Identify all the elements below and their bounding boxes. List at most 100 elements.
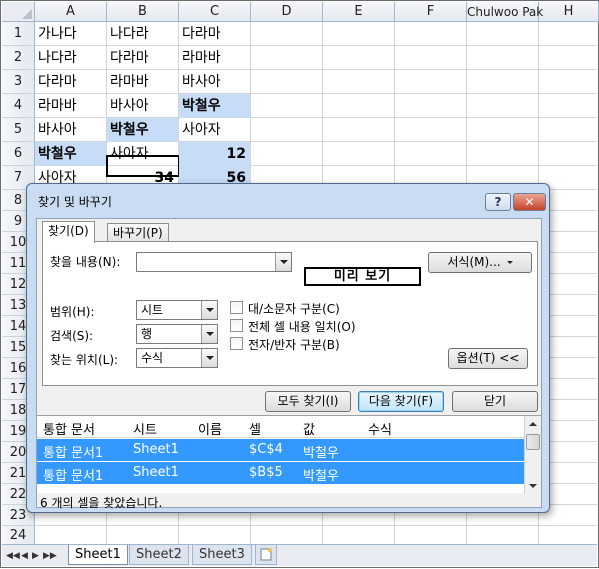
result-sheet: Sheet1 — [133, 465, 179, 480]
row-header-24[interactable]: 24 — [2, 526, 35, 546]
find-next-button[interactable]: 다음 찾기(F) — [358, 391, 444, 412]
search-order-label: 검색(S): — [50, 329, 94, 343]
column-header-e[interactable]: E — [323, 2, 395, 22]
column-header-d[interactable]: D — [251, 2, 323, 22]
match-byte-checkbox[interactable] — [230, 337, 243, 350]
search-order-value: 행 — [141, 327, 153, 341]
scroll-up-icon[interactable] — [525, 416, 541, 432]
cell-c2[interactable]: 라마바 — [179, 46, 250, 70]
format-preview: 미리 보기 — [304, 267, 421, 286]
results-list[interactable]: 통합 문서 시트 이름 셀 값 수식 통합 문서1 Sheet1 $C$4 박철… — [37, 415, 541, 494]
row-header-6[interactable]: 6 — [2, 142, 35, 166]
find-replace-dialog: 찾기 및 바꾸기 ? ✕ 찾기(D) 바꾸기(P) 찾을 내용(N): 미리 보… — [26, 183, 550, 513]
match-case-label: 대/소문자 구분(C) — [248, 302, 340, 316]
row-header-4[interactable]: 4 — [2, 94, 35, 118]
column-header-h[interactable]: H — [539, 2, 599, 22]
chevron-down-icon[interactable] — [275, 253, 291, 271]
scope-value: 시트 — [141, 303, 164, 317]
result-sheet: Sheet1 — [133, 442, 179, 457]
scroll-thumb[interactable] — [526, 434, 540, 450]
cell-a5[interactable]: 바사아 — [35, 118, 106, 142]
column-header-a[interactable]: A — [35, 2, 107, 22]
row-header-3[interactable]: 3 — [2, 70, 35, 94]
chevron-down-icon[interactable] — [201, 349, 217, 367]
chevron-down-icon — [506, 261, 513, 264]
insert-sheet-icon — [260, 547, 273, 561]
column-header-b[interactable]: B — [107, 2, 179, 22]
sheet-tab-sheet1[interactable]: Sheet1 — [68, 545, 128, 565]
cell-b5[interactable]: 박철우 — [107, 118, 178, 142]
dialog-body: 찾기(D) 바꾸기(P) 찾을 내용(N): 미리 보기 서식(M)... 범위… — [36, 218, 542, 510]
next-sheet-arrow-icon[interactable]: ▶ — [32, 551, 39, 561]
gridline — [35, 525, 597, 526]
match-byte-label: 전자/반자 구분(B) — [248, 338, 340, 352]
column-header-f[interactable]: F — [395, 2, 467, 22]
format-button[interactable]: 서식(M)... — [428, 252, 532, 273]
help-button[interactable]: ? — [485, 193, 511, 211]
cell-b2[interactable]: 다라마 — [107, 46, 178, 70]
result-row[interactable]: 통합 문서1 Sheet1 $C$4 박철우 — [37, 439, 524, 461]
results-scrollbar[interactable] — [524, 416, 541, 494]
select-all-corner[interactable] — [2, 2, 35, 22]
column-header-c[interactable]: C — [179, 2, 251, 22]
close-icon[interactable]: ✕ — [513, 193, 546, 211]
look-in-value: 수식 — [141, 351, 164, 365]
header-workbook[interactable]: 통합 문서 — [43, 419, 95, 438]
header-value[interactable]: 값 — [303, 419, 315, 438]
sheet-tab-sheet2[interactable]: Sheet2 — [129, 545, 189, 565]
result-workbook: 통합 문서1 — [43, 446, 104, 461]
format-button-label: 서식(M)... — [447, 255, 501, 269]
search-order-select[interactable]: 행 — [136, 324, 218, 344]
close-button[interactable]: 닫기 — [452, 391, 538, 412]
insert-sheet-button[interactable] — [255, 545, 277, 565]
result-cell: $B$5 — [249, 465, 283, 480]
cell-a4[interactable]: 라마바 — [35, 94, 106, 118]
scroll-down-icon[interactable] — [525, 478, 541, 494]
cell-a6[interactable]: 박철우 — [35, 142, 106, 166]
prev-sheet-arrow-icon[interactable]: ◀ — [21, 551, 28, 561]
tab-find[interactable]: 찾기(D) — [42, 221, 95, 243]
cell-c4[interactable]: 박철우 — [179, 94, 250, 118]
cell-a3[interactable]: 다라마 — [35, 70, 106, 94]
cell-c5[interactable]: 사아자 — [179, 118, 250, 142]
match-entire-cell-checkbox[interactable] — [230, 319, 243, 332]
match-case-checkbox[interactable] — [230, 301, 243, 314]
find-tab-panel: 찾을 내용(N): 미리 보기 서식(M)... 범위(H): 시트 검색(S)… — [42, 241, 538, 386]
cell-b1[interactable]: 나다라 — [107, 22, 178, 46]
match-entire-cell-label: 전체 셀 내용 일치(O) — [248, 320, 356, 334]
row-header-2[interactable]: 2 — [2, 46, 35, 70]
cell-a1[interactable]: 가나다 — [35, 22, 106, 46]
result-workbook: 통합 문서1 — [43, 469, 104, 484]
cell-c6[interactable]: 12 — [179, 142, 250, 166]
result-value: 박철우 — [303, 446, 339, 461]
cell-b4[interactable]: 바사아 — [107, 94, 178, 118]
result-cell: $C$4 — [249, 442, 283, 457]
header-name[interactable]: 이름 — [198, 419, 222, 438]
cell-c3[interactable]: 바사아 — [179, 70, 250, 94]
tab-replace[interactable]: 바꾸기(P) — [107, 223, 169, 243]
first-sheet-arrow-icon[interactable]: ◀◀ — [6, 551, 20, 561]
excel-window: A B C D E F G H Chulwoo Pak 1 2 3 4 5 6 … — [0, 0, 599, 568]
sheet-tab-sheet3[interactable]: Sheet3 — [192, 545, 252, 565]
row-header-5[interactable]: 5 — [2, 118, 35, 142]
find-what-input[interactable] — [136, 252, 292, 272]
scope-label: 범위(H): — [50, 305, 95, 319]
cell-b3[interactable]: 라마바 — [107, 70, 178, 94]
look-in-select[interactable]: 수식 — [136, 348, 218, 368]
cell-c1[interactable]: 다라마 — [179, 22, 250, 46]
cell-a2[interactable]: 나다라 — [35, 46, 106, 70]
row-header-1[interactable]: 1 — [2, 22, 35, 46]
header-sheet[interactable]: 시트 — [133, 419, 157, 438]
header-formula[interactable]: 수식 — [368, 419, 392, 438]
result-row[interactable]: 통합 문서1 Sheet1 $B$5 박철우 — [37, 462, 524, 484]
scope-select[interactable]: 시트 — [136, 300, 218, 320]
find-all-button[interactable]: 모두 찾기(I) — [265, 391, 351, 412]
find-what-label: 찾을 내용(N): — [50, 255, 121, 269]
header-cell[interactable]: 셀 — [249, 419, 261, 438]
dialog-title: 찾기 및 바꾸기 — [38, 195, 112, 209]
results-header: 통합 문서 시트 이름 셀 값 수식 — [37, 416, 524, 438]
chevron-down-icon[interactable] — [201, 301, 217, 319]
options-button[interactable]: 옵션(T) << — [448, 348, 528, 369]
chevron-down-icon[interactable] — [201, 325, 217, 343]
last-sheet-arrow-icon[interactable]: ▶▶ — [43, 551, 57, 561]
